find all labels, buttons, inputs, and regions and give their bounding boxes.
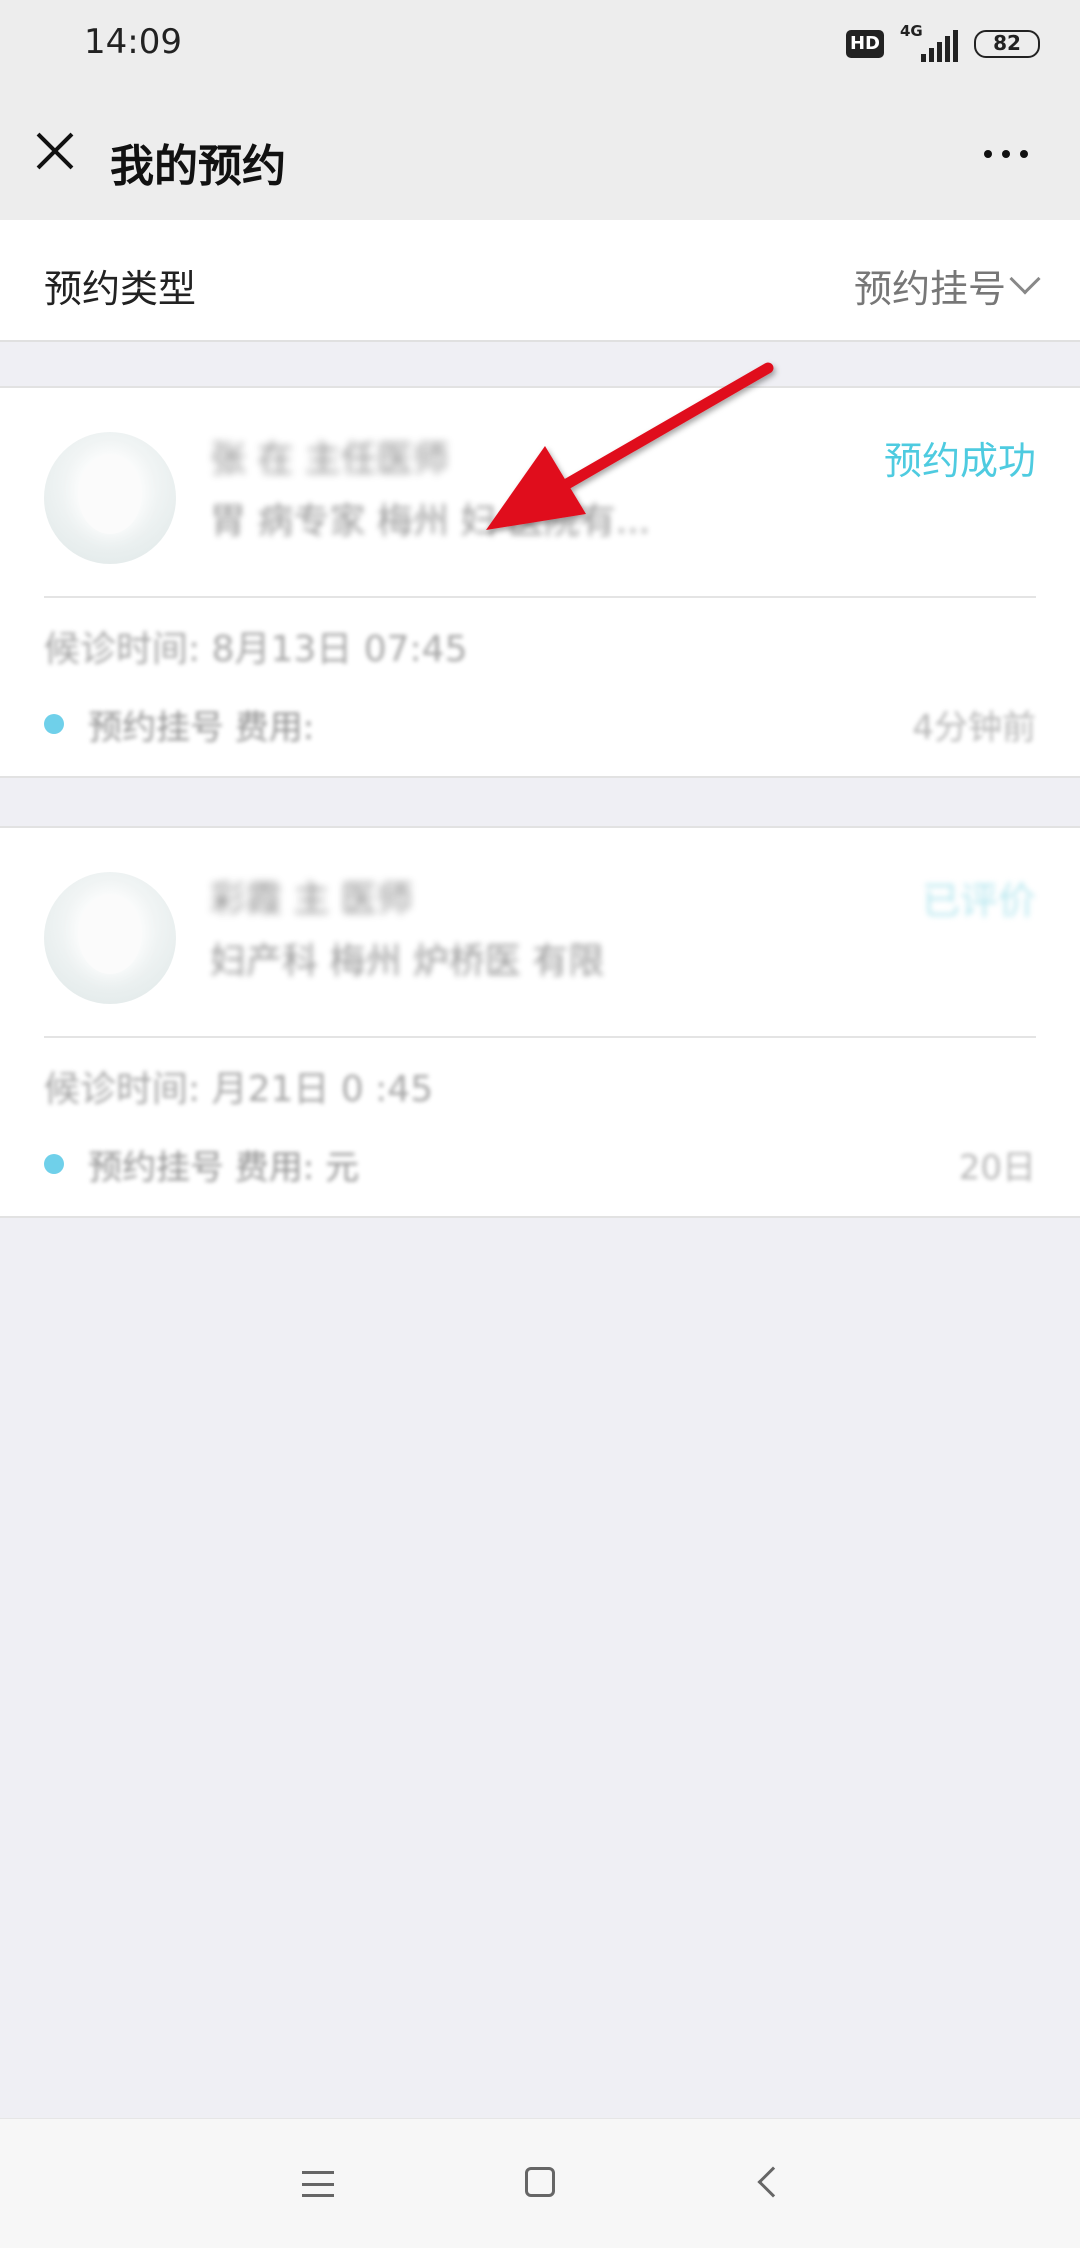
chevron-down-icon [1009, 262, 1041, 295]
more-icon[interactable] [984, 150, 1028, 158]
title-bar: 我的预约 [0, 90, 1080, 220]
visit-time: 候诊时间: 月21日 0 :45 [44, 1069, 434, 1110]
appointment-card[interactable]: 张 在 主任医师 胃 病专家 梅州 妇 医院有... 预约成功 候诊时间: 8月… [0, 386, 1080, 778]
home-icon[interactable] [525, 2167, 555, 2197]
menu-icon[interactable] [302, 2171, 334, 2197]
fee-label: 预约挂号 费用: [88, 708, 315, 748]
filter-value: 预约挂号 [853, 267, 1006, 311]
system-nav-bar [0, 2118, 1080, 2248]
battery-icon: 82 [974, 30, 1040, 58]
appointment-card[interactable]: 彩霞 主 医师 妇产科 梅州 炉桥医 有限 已评价 候诊时间: 月21日 0 :… [0, 826, 1080, 1218]
doctor-avatar [44, 872, 176, 1004]
doctor-name: 张 在 主任医师 [210, 439, 449, 480]
doctor-avatar [44, 432, 176, 564]
appointment-type-filter[interactable]: 预约类型 预约挂号 [0, 220, 1080, 342]
page-title: 我的预约 [110, 141, 286, 192]
filter-dropdown[interactable]: 预约挂号 [853, 258, 1041, 313]
status-bar: 14:09 HD 4G 82 [0, 0, 1080, 90]
divider [44, 596, 1036, 598]
doctor-description: 妇产科 梅州 炉桥医 有限 [210, 941, 605, 982]
visit-time: 候诊时间: 8月13日 07:45 [44, 629, 468, 670]
bullet-dot-icon [44, 714, 64, 734]
filter-label: 预约类型 [44, 267, 197, 311]
divider [44, 1036, 1036, 1038]
fee-label: 预约挂号 费用: 元 [88, 1148, 360, 1188]
created-time: 4分钟前 [912, 708, 1036, 748]
network-type: 4G [900, 22, 923, 40]
signal-icon: 4G [900, 22, 958, 62]
back-icon[interactable] [757, 2166, 789, 2198]
bullet-dot-icon [44, 1154, 64, 1174]
doctor-description: 胃 病专家 梅州 妇 医院有... [210, 501, 651, 542]
status-icons: HD 4G 82 [845, 22, 1040, 62]
status-badge: 预约成功 [883, 439, 1036, 483]
close-icon[interactable] [34, 130, 76, 172]
status-time: 14:09 [84, 22, 182, 62]
created-time: 20日 [958, 1148, 1036, 1188]
status-badge: 已评价 [921, 879, 1036, 923]
doctor-name: 彩霞 主 医师 [210, 879, 413, 920]
hd-icon: HD [845, 30, 884, 58]
